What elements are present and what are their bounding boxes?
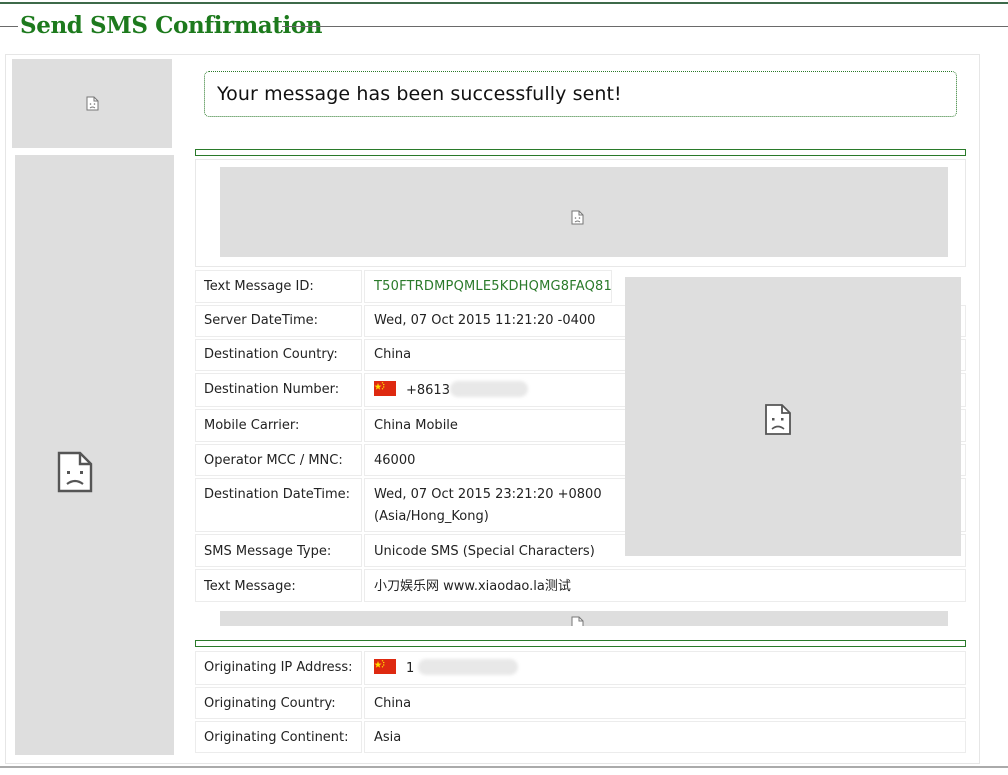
mobile-carrier-value: China Mobile <box>374 418 458 433</box>
top-rule <box>0 2 1008 4</box>
sms-type-value: Unicode SMS (Special Characters) <box>374 544 595 559</box>
mobile-carrier-label: Mobile Carrier: <box>204 418 300 433</box>
destination-number-label: Destination Number: <box>204 382 340 397</box>
destination-datetime-label: Destination DateTime: <box>204 487 350 502</box>
destination-number-value: +8613 <box>374 381 528 400</box>
broken-image-icon <box>765 404 791 435</box>
destination-country-label: Destination Country: <box>204 347 338 362</box>
originating-continent-value: Asia <box>374 730 402 745</box>
originating-country-label: Originating Country: <box>204 696 336 711</box>
strip-image-placeholder <box>220 611 948 626</box>
message-id-value: T50FTRDMPQMLE5KDHQMG8FAQ81 <box>374 279 612 294</box>
bottom-rule <box>0 766 1008 768</box>
left-sidebar-image-placeholder <box>15 155 174 755</box>
destination-timezone-value: (Asia/Hong_Kong) <box>374 509 489 524</box>
title-rule-left <box>0 26 18 27</box>
text-message-label: Text Message: <box>204 579 296 594</box>
map-image-placeholder <box>625 277 961 556</box>
sms-type-label: SMS Message Type: <box>204 544 332 559</box>
destination-country-value: China <box>374 347 412 362</box>
section-divider-2 <box>195 640 966 647</box>
broken-image-icon <box>571 616 584 626</box>
destination-datetime-value: Wed, 07 Oct 2015 23:21:20 +0800 <box>374 487 602 502</box>
originating-ip-text: 1 <box>406 661 415 676</box>
broken-image-icon <box>57 451 93 493</box>
left-top-image-placeholder <box>12 59 172 148</box>
broken-image-icon <box>571 210 584 225</box>
operator-mcc-mnc-value: 46000 <box>374 453 416 468</box>
success-message: Your message has been successfully sent! <box>204 71 957 117</box>
server-datetime-value: Wed, 07 Oct 2015 11:21:20 -0400 <box>374 313 596 328</box>
redacted-number <box>449 381 528 397</box>
page-title: Send SMS Confirmation <box>20 12 323 39</box>
banner-image-placeholder <box>220 167 948 257</box>
broken-image-icon <box>86 96 99 111</box>
operator-mcc-mnc-label: Operator MCC / MNC: <box>204 453 343 468</box>
page-header: Send SMS Confirmation <box>0 12 1008 40</box>
redacted-ip <box>418 659 519 675</box>
originating-ip-value: 1 <box>374 659 519 678</box>
title-rule-right <box>282 26 1008 27</box>
table-row <box>364 687 966 719</box>
china-flag-icon <box>374 381 396 396</box>
message-id-label: Text Message ID: <box>204 279 314 294</box>
server-datetime-label: Server DateTime: <box>204 313 319 328</box>
originating-country-value: China <box>374 696 412 711</box>
originating-continent-label: Originating Continent: <box>204 730 349 745</box>
china-flag-icon <box>374 659 396 674</box>
section-divider-1 <box>195 149 966 156</box>
originating-ip-label: Originating IP Address: <box>204 660 353 675</box>
table-row <box>364 721 966 753</box>
text-message-value: 小刀娱乐网 www.xiaodao.la测试 <box>374 579 571 594</box>
destination-number-text: +8613 <box>406 383 450 398</box>
